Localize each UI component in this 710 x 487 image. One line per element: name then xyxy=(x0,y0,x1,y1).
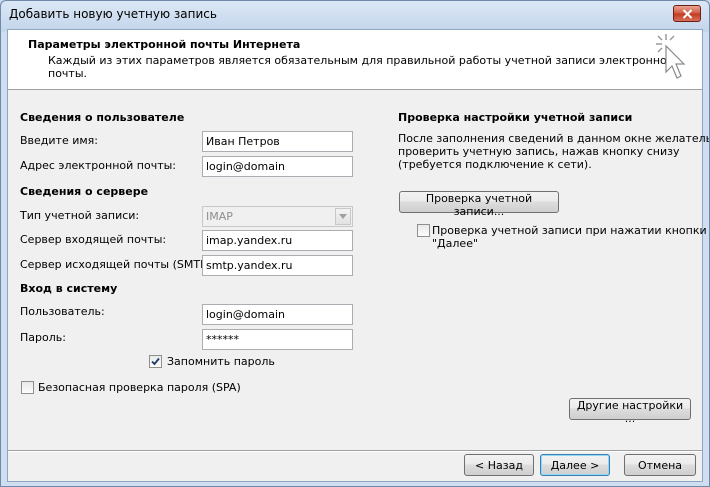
name-label: Введите имя: xyxy=(20,134,98,147)
dropdown-arrow[interactable] xyxy=(335,208,351,225)
more-settings-button[interactable]: Другие настройки ... xyxy=(569,398,691,425)
account-type-value: IMAP xyxy=(206,210,233,223)
test-settings-description-line1: После заполнения сведений в данном окне … xyxy=(398,132,710,145)
outgoing-server-label: Сервер исходящей почты (SMTP): xyxy=(20,258,215,271)
spa-checkbox[interactable] xyxy=(21,381,34,394)
auto-test-checkbox[interactable] xyxy=(417,224,430,237)
back-button[interactable]: < Назад xyxy=(464,454,534,476)
header-description: Каждый из этих параметров является обяза… xyxy=(48,54,674,80)
next-button[interactable]: Далее > xyxy=(540,454,610,476)
close-icon xyxy=(682,8,692,19)
dialog-header: Параметры электронной почты Интернета Ка… xyxy=(8,30,702,90)
dialog-client-area: Параметры электронной почты Интернета Ка… xyxy=(7,29,709,482)
checkmark-icon xyxy=(151,357,160,366)
logon-section-label: Вход в систему xyxy=(20,282,118,295)
user-field[interactable] xyxy=(202,304,353,325)
window-title: Добавить новую учетную запись xyxy=(9,7,217,21)
auto-test-label-line2: "Далее" xyxy=(432,237,479,250)
remember-password-checkbox[interactable] xyxy=(149,355,162,368)
auto-test-label-line1: Проверка учетной записи при нажатии кноп… xyxy=(432,224,707,237)
header-title: Параметры электронной почты Интернета xyxy=(28,38,301,51)
name-field[interactable] xyxy=(202,131,353,152)
dialog-window: Добавить новую учетную запись Параметры … xyxy=(0,0,710,487)
title-bar[interactable]: Добавить новую учетную запись xyxy=(1,1,709,29)
footer-divider xyxy=(8,450,702,452)
account-type-select[interactable]: IMAP xyxy=(202,206,353,227)
cursor-click-icon xyxy=(656,34,686,79)
chevron-down-icon xyxy=(339,214,347,219)
cancel-button[interactable]: Отмена xyxy=(624,454,696,476)
test-account-button[interactable]: Проверка учетной записи... xyxy=(399,191,559,218)
user-label: Пользователь: xyxy=(20,305,105,318)
password-field[interactable] xyxy=(202,329,353,350)
spa-label: Безопасная проверка пароля (SPA) xyxy=(38,381,241,394)
incoming-server-label: Сервер входящей почты: xyxy=(20,233,167,246)
password-label: Пароль: xyxy=(20,331,66,344)
server-info-section-label: Сведения о сервере xyxy=(20,185,149,198)
test-settings-section-label: Проверка настройки учетной записи xyxy=(398,111,633,124)
remember-password-label: Запомнить пароль xyxy=(167,355,275,368)
incoming-server-field[interactable] xyxy=(202,230,353,251)
close-button[interactable] xyxy=(673,5,701,22)
outgoing-server-field[interactable] xyxy=(202,255,353,276)
user-info-section-label: Сведения о пользователе xyxy=(20,111,185,124)
test-settings-description-line3: (требуется подключение к сети). xyxy=(398,158,592,171)
email-label: Адрес электронной почты: xyxy=(20,159,177,172)
account-type-label: Тип учетной записи: xyxy=(20,209,140,222)
email-field[interactable] xyxy=(202,156,353,177)
test-settings-description-line2: проверить учетную запись, нажав кнопку с… xyxy=(398,145,680,158)
